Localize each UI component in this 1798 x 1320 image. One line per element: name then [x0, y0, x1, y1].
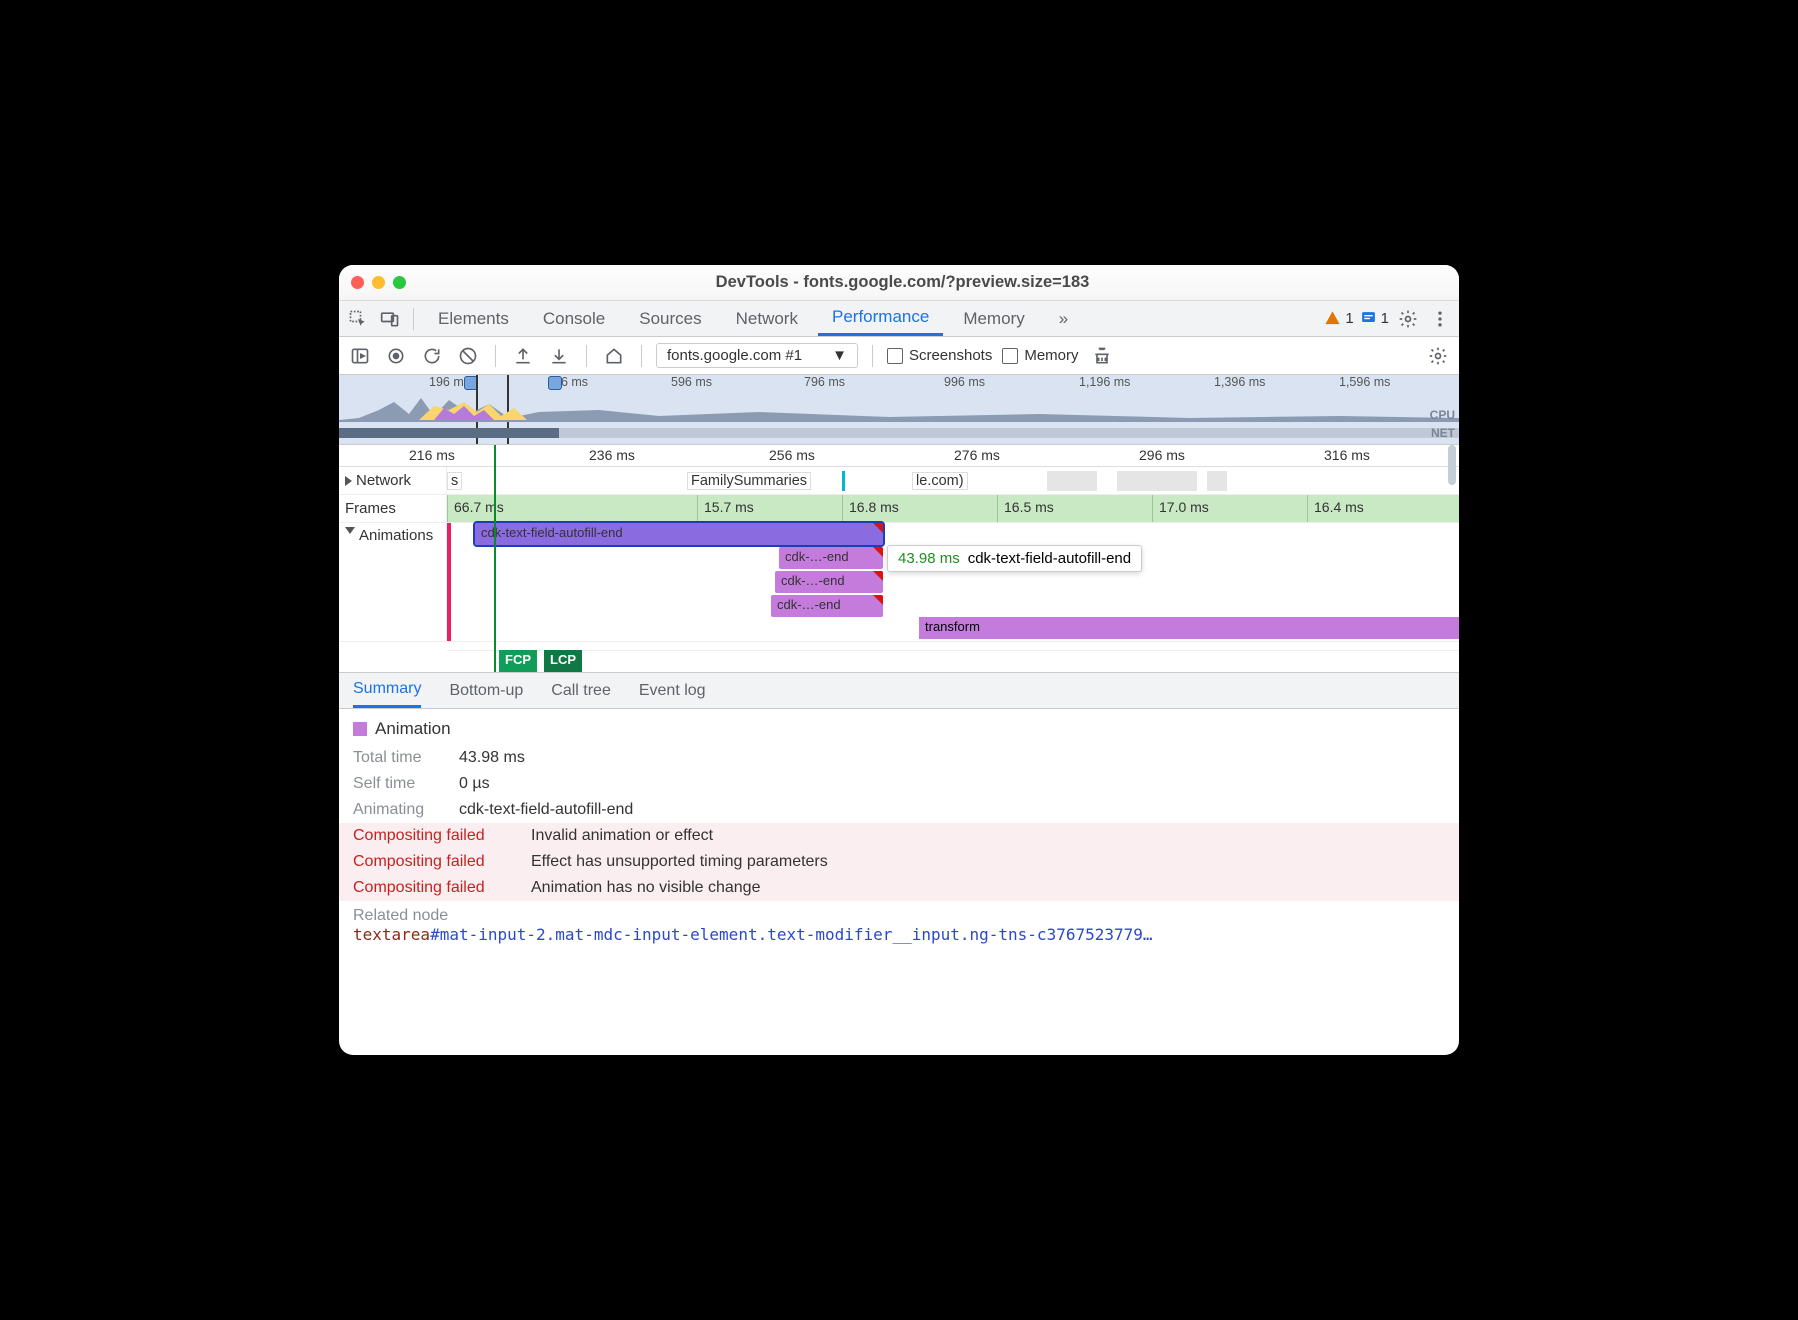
clear-icon[interactable]	[455, 343, 481, 369]
home-icon[interactable]	[601, 343, 627, 369]
animation-bar-selected[interactable]: cdk-text-field-autofill-end	[475, 523, 883, 545]
garbage-collect-icon[interactable]	[1089, 343, 1115, 369]
issues-count: 1	[1381, 310, 1389, 327]
total-time-label: Total time	[353, 749, 445, 767]
record-icon[interactable]	[383, 343, 409, 369]
self-time-value: 0 µs	[459, 775, 490, 793]
self-time-label: Self time	[353, 775, 445, 793]
summary-panel: Animation Total time 43.98 ms Self time 0 …	[339, 709, 1459, 1055]
devtools-window: DevTools - fonts.google.com/?preview.siz…	[339, 265, 1459, 1055]
related-node-link[interactable]: textarea#mat-input-2.mat-mdc-input-eleme…	[353, 925, 1445, 944]
tab-console[interactable]: Console	[529, 301, 619, 336]
animating-label: Animating	[353, 801, 445, 819]
profile-selector[interactable]: fonts.google.com #1 ▼	[656, 343, 858, 368]
tab-memory[interactable]: Memory	[949, 301, 1038, 336]
reload-record-icon[interactable]	[419, 343, 445, 369]
network-item[interactable]	[1047, 471, 1097, 491]
flame-ruler: 216 ms 236 ms 256 ms 276 ms 296 ms 316 m…	[339, 445, 1459, 467]
window-title: DevTools - fonts.google.com/?preview.siz…	[418, 273, 1387, 292]
tab-overflow[interactable]: »	[1045, 301, 1082, 336]
scrollbar[interactable]	[1448, 445, 1456, 485]
more-icon[interactable]	[1427, 306, 1453, 332]
warnings-badge[interactable]: 1	[1324, 310, 1353, 327]
tab-elements[interactable]: Elements	[424, 301, 523, 336]
network-item[interactable]: le.com)	[912, 472, 968, 490]
color-swatch	[353, 722, 367, 736]
cpu-activity-graph	[339, 392, 1459, 422]
warnings-count: 1	[1345, 310, 1353, 327]
animations-track-label: Animations	[359, 527, 433, 544]
animations-track[interactable]: Animations cdk-text-field-autofill-end c…	[339, 523, 1459, 642]
tab-sources[interactable]: Sources	[625, 301, 715, 336]
summary-title: Animation	[375, 719, 451, 739]
network-track-label: Network	[356, 472, 411, 489]
close-window-button[interactable]	[351, 276, 364, 289]
titlebar: DevTools - fonts.google.com/?preview.siz…	[339, 265, 1459, 301]
network-track[interactable]: Network s FamilySummaries le.com)	[339, 467, 1459, 495]
memory-checkbox[interactable]: Memory	[1002, 347, 1078, 364]
tab-call-tree[interactable]: Call tree	[551, 673, 611, 708]
overview-handle-right[interactable]	[548, 376, 562, 390]
frame-segment[interactable]: 15.7 ms	[697, 495, 842, 522]
minimize-window-button[interactable]	[372, 276, 385, 289]
frames-track-label: Frames	[345, 500, 396, 517]
compositing-error: Compositing failedInvalid animation or e…	[339, 823, 1459, 849]
compositing-error: Compositing failedEffect has unsupported…	[339, 849, 1459, 875]
tab-network[interactable]: Network	[722, 301, 812, 336]
frame-segment[interactable]: 66.7 ms	[447, 495, 697, 522]
screenshots-checkbox[interactable]: Screenshots	[887, 347, 992, 364]
frame-segment[interactable]: 16.4 ms	[1307, 495, 1459, 522]
flame-chart[interactable]: 216 ms 236 ms 256 ms 276 ms 296 ms 316 m…	[339, 445, 1459, 673]
network-item[interactable]: s	[447, 472, 462, 490]
playhead[interactable]	[494, 445, 496, 672]
frame-segment[interactable]: 17.0 ms	[1152, 495, 1307, 522]
capture-settings-icon[interactable]	[1425, 343, 1451, 369]
lcp-marker[interactable]: LCP	[544, 650, 582, 672]
net-label: NET	[1431, 426, 1455, 440]
track-edge	[447, 523, 451, 641]
total-time-value: 43.98 ms	[459, 749, 525, 767]
network-item[interactable]: FamilySummaries	[687, 472, 811, 490]
window-controls	[351, 276, 406, 289]
transform-bar[interactable]: transform	[919, 617, 1459, 639]
inspect-icon[interactable]	[345, 306, 371, 332]
upload-icon[interactable]	[510, 343, 536, 369]
chevron-down-icon: ▼	[832, 347, 847, 364]
fcp-marker[interactable]: FCP	[499, 650, 537, 672]
frame-segment[interactable]: 16.8 ms	[842, 495, 997, 522]
tooltip: 43.98 mscdk-text-field-autofill-end	[887, 545, 1142, 572]
profile-label: fonts.google.com #1	[667, 347, 802, 364]
network-item[interactable]	[1207, 471, 1227, 491]
collapse-icon[interactable]	[345, 527, 355, 534]
download-icon[interactable]	[546, 343, 572, 369]
tab-event-log[interactable]: Event log	[639, 673, 706, 708]
device-toggle-icon[interactable]	[377, 306, 403, 332]
compositing-error: Compositing failedAnimation has no visib…	[339, 875, 1459, 901]
frames-track[interactable]: Frames 66.7 ms 15.7 ms 16.8 ms 16.5 ms 1…	[339, 495, 1459, 523]
settings-icon[interactable]	[1395, 306, 1421, 332]
performance-toolbar: fonts.google.com #1 ▼ Screenshots Memory	[339, 337, 1459, 375]
related-node-label: Related node	[353, 907, 1445, 925]
frame-segment[interactable]: 16.5 ms	[997, 495, 1152, 522]
details-tabs: Summary Bottom-up Call tree Event log	[339, 673, 1459, 709]
toggle-pane-icon[interactable]	[347, 343, 373, 369]
tab-summary[interactable]: Summary	[353, 673, 421, 708]
cpu-label: CPU	[1430, 408, 1455, 422]
tab-bottom-up[interactable]: Bottom-up	[449, 673, 523, 708]
main-tabs: Elements Console Sources Network Perform…	[339, 301, 1459, 337]
animation-bar[interactable]: cdk-…-end	[779, 547, 883, 569]
animating-value: cdk-text-field-autofill-end	[459, 801, 633, 819]
issues-badge[interactable]: 1	[1360, 310, 1389, 327]
animation-bar[interactable]: cdk-…-end	[771, 595, 883, 617]
expand-icon[interactable]	[345, 476, 352, 486]
network-item[interactable]	[1117, 471, 1197, 491]
overview-timeline[interactable]: 196 ms 96 ms 596 ms 796 ms 996 ms 1,196 …	[339, 375, 1459, 445]
tab-performance[interactable]: Performance	[818, 301, 943, 336]
maximize-window-button[interactable]	[393, 276, 406, 289]
animation-bar[interactable]: cdk-…-end	[775, 571, 883, 593]
